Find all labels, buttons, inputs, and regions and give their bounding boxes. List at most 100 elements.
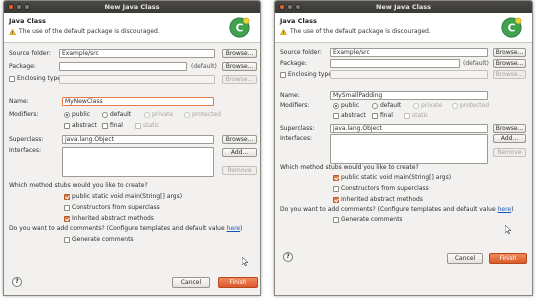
enclosing-type-option[interactable]: Enclosing type:: [9, 75, 63, 82]
source-folder-field[interactable]: Example/src: [330, 48, 488, 57]
generate-comments-checkbox[interactable]: [64, 236, 70, 243]
modifier-private-label: private: [421, 102, 443, 109]
warning-text: The use of the default package is discou…: [290, 28, 431, 35]
modifiers-label: Modifiers:: [9, 111, 39, 118]
package-default-hint: (default): [463, 60, 489, 67]
modifier-default-option[interactable]: default: [102, 111, 131, 118]
title-bar[interactable]: New Java Class: [275, 1, 532, 13]
generate-comments-option[interactable]: Generate comments: [64, 236, 134, 243]
stub-inherited-option[interactable]: Inherited abstract methods: [64, 215, 154, 222]
stub-main-checkbox[interactable]: [64, 193, 70, 200]
stub-constructors-checkbox[interactable]: [333, 185, 339, 192]
help-icon[interactable]: ?: [12, 277, 22, 287]
package-field[interactable]: [330, 59, 460, 68]
help-icon[interactable]: ?: [283, 252, 293, 262]
comments-question-text: Do you want to add comments? (Configure …: [9, 225, 227, 232]
enclosing-type-label: Enclosing type:: [17, 75, 63, 82]
enclosing-type-checkbox[interactable]: [9, 75, 15, 82]
stub-main-option[interactable]: public static void main(String[] args): [64, 193, 182, 200]
modifier-private-option: private: [413, 102, 442, 109]
java-class-wizard-icon: C: [229, 17, 250, 38]
modifier-default-label: default: [110, 111, 132, 118]
superclass-field[interactable]: java.lang.Object: [62, 135, 214, 144]
modifier-default-radio[interactable]: [372, 102, 378, 109]
modifier-public-radio[interactable]: [64, 111, 70, 118]
stub-constructors-option[interactable]: Constructors from superclass: [333, 185, 429, 192]
interfaces-remove-button: Remove: [222, 166, 257, 175]
stub-main-label: public static void main(String[] args): [72, 193, 183, 200]
modifier-public-radio[interactable]: [333, 102, 339, 109]
source-folder-browse-button[interactable]: Browse...: [493, 48, 526, 57]
svg-text:C: C: [236, 22, 244, 34]
modifier-static-option: static: [135, 122, 159, 129]
title-bar[interactable]: New Java Class: [4, 1, 260, 13]
banner-title: Java Class: [9, 17, 46, 25]
stub-inherited-option[interactable]: Inherited abstract methods: [333, 196, 423, 203]
class-name-field[interactable]: MyNewClass: [62, 97, 214, 106]
modifier-abstract-label: abstract: [72, 122, 97, 129]
stub-constructors-option[interactable]: Constructors from superclass: [64, 204, 160, 211]
interfaces-list[interactable]: [330, 134, 488, 164]
modifier-static-option: static: [404, 112, 428, 119]
modifier-final-checkbox[interactable]: [102, 122, 108, 129]
package-field[interactable]: [59, 62, 187, 71]
enclosing-type-option[interactable]: Enclosing type:: [280, 71, 334, 78]
stub-constructors-checkbox[interactable]: [64, 204, 70, 211]
modifier-default-option[interactable]: default: [372, 102, 401, 109]
modifier-final-checkbox[interactable]: [372, 112, 378, 119]
modifier-static-label: static: [143, 122, 160, 129]
enclosing-type-checkbox[interactable]: [280, 71, 286, 78]
package-browse-button[interactable]: Browse...: [222, 62, 257, 71]
generate-comments-checkbox[interactable]: [333, 216, 339, 223]
modifier-abstract-checkbox[interactable]: [333, 112, 339, 119]
finish-button[interactable]: Finish: [218, 277, 258, 288]
modifier-default-radio[interactable]: [102, 111, 108, 118]
modifier-final-option[interactable]: final: [102, 122, 123, 129]
generate-comments-option[interactable]: Generate comments: [333, 216, 403, 223]
modifier-static-label: static: [412, 112, 429, 119]
name-label: Name:: [280, 92, 300, 99]
package-browse-button[interactable]: Browse...: [493, 59, 526, 68]
banner-warning: The use of the default package is discou…: [280, 28, 431, 35]
stub-inherited-checkbox[interactable]: [64, 215, 70, 222]
modifier-private-radio: [144, 111, 150, 118]
modifier-abstract-option[interactable]: abstract: [333, 112, 366, 119]
finish-button[interactable]: Finish: [489, 253, 527, 264]
banner-title: Java Class: [280, 17, 317, 25]
source-folder-label: Source folder:: [280, 49, 322, 56]
source-folder-field[interactable]: Example/src: [59, 49, 215, 58]
superclass-field[interactable]: java.lang.Object: [330, 124, 488, 133]
modifier-public-option[interactable]: public: [64, 111, 90, 118]
modifier-final-label: final: [380, 112, 393, 119]
mouse-cursor-icon: [242, 257, 248, 266]
stub-main-checkbox[interactable]: [333, 174, 339, 181]
stub-inherited-label: Inherited abstract methods: [72, 215, 154, 222]
warning-text: The use of the default package is discou…: [19, 28, 160, 35]
modifier-abstract-option[interactable]: abstract: [64, 122, 97, 129]
interfaces-add-button[interactable]: Add...: [493, 134, 526, 143]
class-name-field[interactable]: MySmallPadding: [330, 91, 488, 100]
modifiers-label: Modifiers:: [280, 102, 310, 109]
interfaces-add-button[interactable]: Add...: [222, 148, 257, 157]
modifier-final-option[interactable]: final: [372, 112, 393, 119]
modifier-public-option[interactable]: public: [333, 102, 359, 109]
cancel-button[interactable]: Cancel: [447, 253, 483, 264]
interfaces-label: Interfaces:: [280, 135, 313, 142]
stub-inherited-checkbox[interactable]: [333, 196, 339, 203]
interfaces-list[interactable]: [62, 147, 214, 177]
modifier-abstract-checkbox[interactable]: [64, 122, 70, 129]
enclosing-type-field: [330, 70, 488, 79]
stub-main-option[interactable]: public static void main(String[] args): [333, 174, 451, 181]
package-label: Package:: [9, 63, 36, 70]
superclass-label: Superclass:: [9, 136, 44, 143]
source-folder-browse-button[interactable]: Browse...: [222, 49, 257, 58]
modifier-protected-label: protected: [192, 111, 222, 118]
configure-templates-link[interactable]: here: [227, 225, 241, 232]
cancel-button[interactable]: Cancel: [172, 277, 210, 288]
configure-templates-link[interactable]: here: [498, 206, 512, 213]
package-default-hint: (default): [191, 63, 217, 70]
modifier-protected-radio: [452, 102, 458, 109]
comments-question-text: Do you want to add comments? (Configure …: [280, 206, 498, 213]
superclass-browse-button[interactable]: Browse...: [222, 135, 257, 144]
superclass-browse-button[interactable]: Browse...: [493, 124, 526, 133]
